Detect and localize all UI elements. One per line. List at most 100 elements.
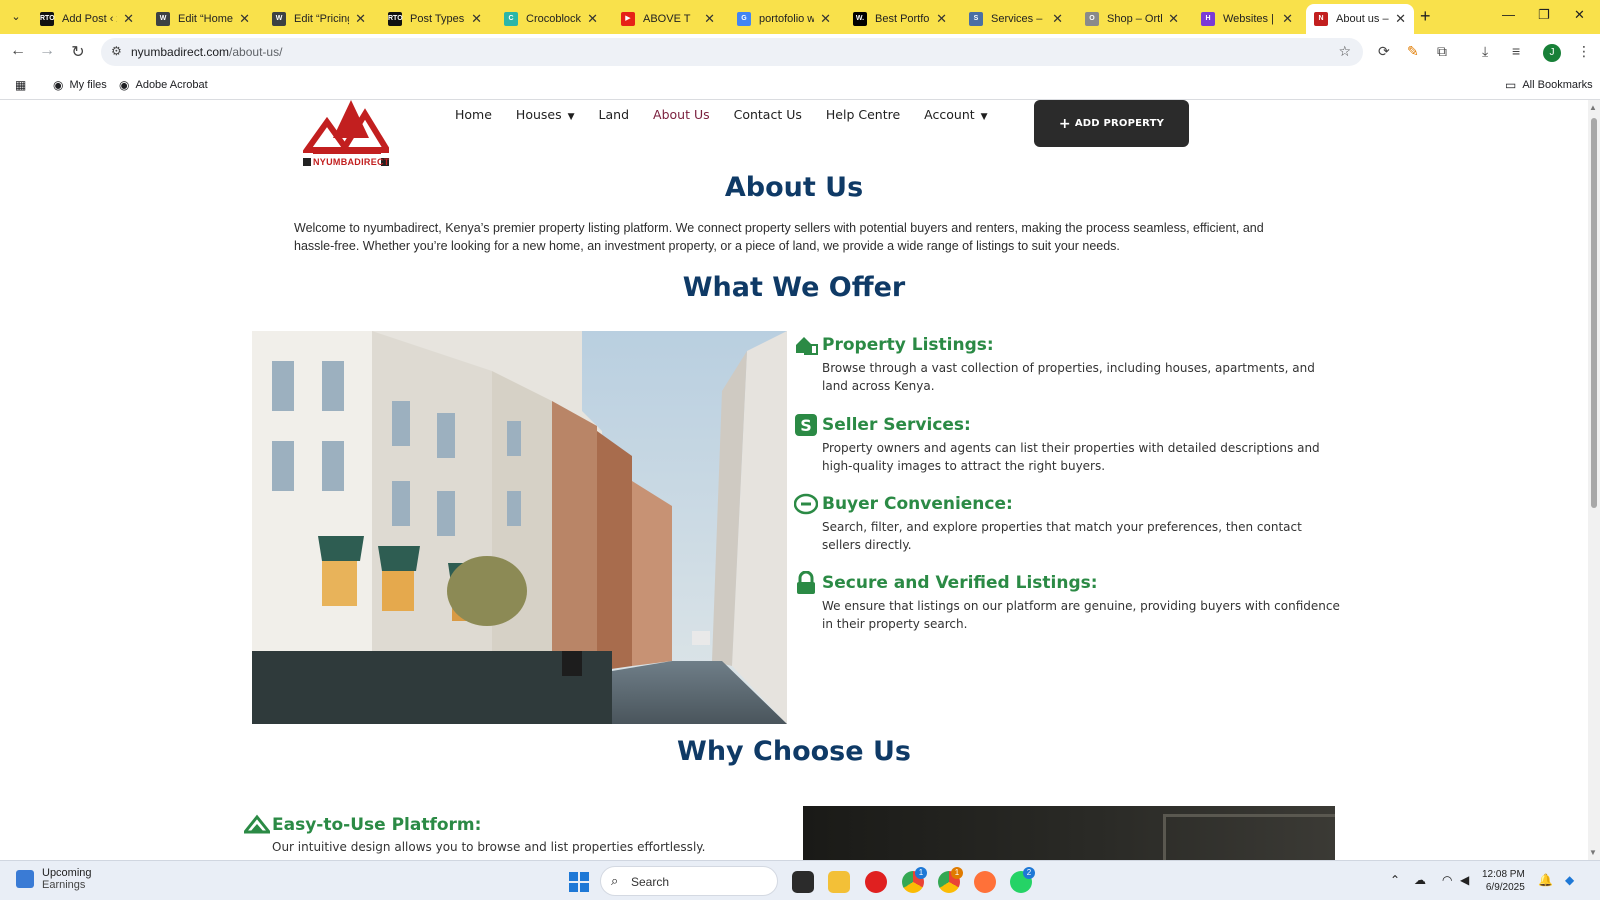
- scrollbar-thumb[interactable]: [1591, 118, 1597, 508]
- close-tab-icon[interactable]: ✕: [239, 11, 250, 27]
- browser-tab[interactable]: N About us – N ✕: [1306, 4, 1414, 34]
- close-tab-icon[interactable]: ✕: [355, 11, 366, 27]
- browser-tab[interactable]: S Services – m ✕: [961, 4, 1071, 34]
- profile-avatar[interactable]: J: [1543, 44, 1561, 62]
- nav-contact-us[interactable]: Contact Us: [734, 107, 802, 122]
- notification-bell-icon[interactable]: 🔔: [1538, 873, 1553, 887]
- why-choose-us-heading: Why Choose Us: [677, 736, 911, 767]
- close-tab-icon[interactable]: ✕: [820, 11, 831, 27]
- nav-help-centre[interactable]: Help Centre: [826, 107, 900, 122]
- reload-button[interactable]: ↻: [68, 42, 88, 62]
- browser-tab[interactable]: RTO Post Types ‹ ✕: [380, 4, 490, 34]
- browser-tab[interactable]: ▶ ABOVE T ✕: [613, 4, 723, 34]
- tab-favicon-icon: G: [737, 12, 751, 26]
- globe-icon: ◉: [53, 78, 64, 92]
- ease-icon: [244, 814, 270, 834]
- close-tab-icon[interactable]: ✕: [1168, 11, 1179, 27]
- extensions-puzzle-icon[interactable]: ⧉: [1437, 43, 1447, 60]
- close-tab-icon[interactable]: ✕: [936, 11, 947, 27]
- feature-secure-listings: Secure and Verified Listings: We ensure …: [794, 571, 1344, 633]
- page-scrollbar[interactable]: ▲ ▼: [1588, 100, 1600, 860]
- nav-account[interactable]: Account ▼: [924, 107, 987, 122]
- onedrive-icon[interactable]: ☁: [1414, 873, 1426, 887]
- close-window-icon[interactable]: ✕: [1574, 7, 1585, 23]
- extension-pen-icon[interactable]: ✎: [1407, 43, 1419, 60]
- forward-button[interactable]: →: [37, 42, 57, 60]
- feature-seller-services: S Seller Services: Property owners and a…: [794, 413, 1344, 475]
- browser-tab[interactable]: O Shop – Orth ✕: [1077, 4, 1187, 34]
- url-text[interactable]: nyumbadirect.com/about-us/: [131, 45, 282, 59]
- minimize-icon[interactable]: —: [1502, 7, 1515, 22]
- back-button[interactable]: ←: [8, 42, 28, 60]
- browser-tab[interactable]: W Edit “Pricing” ✕: [264, 4, 374, 34]
- browser-menu-icon[interactable]: ⋮: [1577, 43, 1591, 60]
- tab-favicon-icon: RTO: [388, 12, 403, 26]
- scroll-up-icon[interactable]: ▲: [1589, 103, 1597, 112]
- new-tab-button[interactable]: +: [1420, 6, 1431, 27]
- firefox-icon[interactable]: [974, 871, 996, 893]
- nav-about-us[interactable]: About Us: [653, 107, 710, 122]
- bookmark-adobe-acrobat[interactable]: ◉ Adobe Acrobat: [119, 78, 208, 92]
- browser-tab[interactable]: H Websites | H ✕: [1193, 4, 1301, 34]
- nav-houses[interactable]: Houses ▼: [516, 107, 575, 122]
- clock-date: 6/9/2025: [1485, 882, 1525, 893]
- opera-icon[interactable]: [865, 871, 887, 893]
- extension-sync-icon[interactable]: ⟳: [1378, 43, 1390, 60]
- file-explorer-icon[interactable]: [828, 871, 850, 893]
- tab-favicon-icon: O: [1085, 12, 1099, 26]
- browser-tab-bar: ⌄ RTO Add Post ‹ xp ✕ W Edit “Home” ✕ W Edit “P…: [0, 0, 1600, 34]
- close-tab-icon[interactable]: ✕: [1282, 11, 1293, 27]
- tab-favicon-icon: ▶: [621, 12, 635, 26]
- wifi-icon[interactable]: ◠: [1442, 873, 1452, 887]
- svg-text:S: S: [800, 416, 812, 435]
- windows-start-icon[interactable]: [569, 872, 589, 892]
- close-tab-icon[interactable]: ✕: [704, 11, 715, 27]
- clock-time: 12:08 PM: [1482, 869, 1525, 880]
- tab-favicon-icon: W.: [853, 12, 867, 26]
- browser-tab[interactable]: RTO Add Post ‹ xp ✕: [32, 4, 142, 34]
- browser-tab[interactable]: Gportofolio w ✕: [729, 4, 839, 34]
- tab-search-chevron-icon[interactable]: ⌄: [6, 7, 26, 27]
- copilot-icon[interactable]: ◆: [1565, 873, 1574, 887]
- bookmarks-bar: ▦ ◉ My files ◉ Adobe Acrobat ▭ All Bookmark…: [0, 70, 1600, 100]
- search-icon: ⌕: [611, 873, 619, 888]
- tab-title: About us – N: [1336, 13, 1389, 25]
- stock-chart-icon: [16, 870, 34, 888]
- volume-icon[interactable]: ◀: [1460, 873, 1469, 887]
- task-view-icon[interactable]: [792, 871, 814, 893]
- browser-tab[interactable]: C Crocoblock ✕: [496, 4, 606, 34]
- system-clock[interactable]: 12:08 PM 6/9/2025: [1482, 868, 1525, 894]
- apps-grid-icon[interactable]: ▦: [15, 78, 32, 92]
- browser-tab[interactable]: W Edit “Home” ✕: [148, 4, 258, 34]
- feature-description: Property owners and agents can list thei…: [822, 441, 1320, 473]
- feature-description: Search, filter, and explore properties t…: [822, 520, 1302, 552]
- add-property-button[interactable]: + ADD PROPERTY: [1034, 100, 1189, 147]
- download-icon[interactable]: ⤓: [1482, 43, 1488, 60]
- tab-favicon-icon: H: [1201, 12, 1215, 26]
- tab-title: Add Post ‹ xp: [62, 13, 117, 25]
- site-info-icon[interactable]: ⚙: [111, 44, 122, 58]
- logo-wordmark: NYUMBADIRECT: [313, 157, 390, 167]
- nav-land[interactable]: Land: [599, 107, 629, 122]
- url-omnibox[interactable]: ⚙ nyumbadirect.com/about-us/ ☆: [101, 38, 1363, 66]
- scroll-down-icon[interactable]: ▼: [1589, 848, 1597, 857]
- close-tab-icon[interactable]: ✕: [471, 11, 482, 27]
- nav-home[interactable]: Home: [455, 107, 492, 122]
- feature-description: Browse through a vast collection of prop…: [822, 361, 1315, 393]
- close-tab-icon[interactable]: ✕: [1052, 11, 1063, 27]
- widgets-weather[interactable]: Upcoming Earnings: [16, 867, 92, 891]
- close-tab-icon[interactable]: ✕: [587, 11, 598, 27]
- bookmark-my-files[interactable]: ◉ My files: [53, 78, 107, 92]
- close-tab-icon[interactable]: ✕: [123, 11, 134, 27]
- tab-favicon-icon: N: [1314, 12, 1328, 26]
- widget-subtitle: Earnings: [42, 879, 86, 891]
- media-control-icon[interactable]: ≡: [1512, 43, 1520, 59]
- bookmark-star-icon[interactable]: ☆: [1338, 43, 1351, 60]
- show-hidden-icons-icon[interactable]: ⌃: [1390, 873, 1400, 887]
- browser-tab[interactable]: W. Best Portfoli ✕: [845, 4, 955, 34]
- taskbar-search[interactable]: ⌕ Search: [600, 866, 778, 896]
- all-bookmarks[interactable]: ▭ All Bookmarks: [1505, 78, 1593, 92]
- notification-badge: 2: [1023, 867, 1035, 879]
- close-tab-icon[interactable]: ✕: [1395, 11, 1406, 27]
- restore-icon[interactable]: ❐: [1538, 7, 1550, 23]
